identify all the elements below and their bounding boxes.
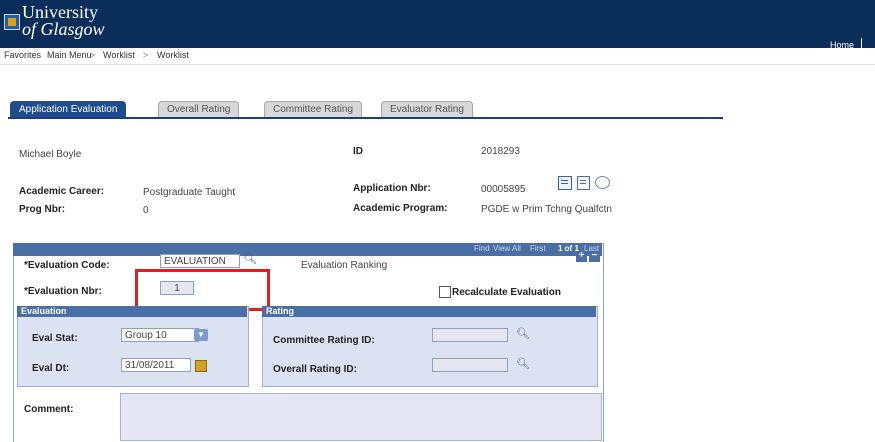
logo-line-2: of Glasgow: [22, 19, 105, 39]
academic-program-label: Academic Program:: [353, 203, 448, 214]
evaluation-code-input[interactable]: EVALUATION: [160, 254, 240, 268]
academic-career-value: Postgraduate Taught: [143, 187, 236, 198]
tab-committee-rating[interactable]: Committee Rating: [264, 101, 363, 117]
tab-evaluator-rating[interactable]: Evaluator Rating: [381, 101, 473, 117]
tab-underline: [8, 117, 723, 119]
rating-group-title: Rating: [262, 306, 596, 317]
tab-overall-rating[interactable]: Overall Rating: [158, 101, 240, 117]
document-icon[interactable]: [577, 176, 590, 190]
nav-main-menu[interactable]: Main Menu: [47, 50, 92, 60]
highlight-annotation: [135, 269, 270, 311]
evaluation-group-title: Evaluation: [17, 306, 247, 317]
evaluation-code-description: Evaluation Ranking: [301, 260, 388, 271]
university-crest-icon: [4, 14, 20, 30]
nav-worklist-1[interactable]: Worklist: [103, 50, 135, 60]
prog-nbr-label: Prog Nbr:: [19, 204, 66, 215]
eval-stat-select[interactable]: Group 10: [121, 328, 199, 342]
evaluation-code-lookup-icon[interactable]: 🔍︎: [243, 252, 257, 265]
committee-rating-lookup-icon[interactable]: 🔍︎: [516, 327, 530, 340]
overall-rating-input[interactable]: [432, 358, 508, 372]
eval-stat-label: Eval Stat:: [32, 333, 78, 344]
prog-nbr-value: 0: [143, 205, 149, 216]
header-divider: [861, 38, 862, 48]
nav-worklist-2[interactable]: Worklist: [157, 50, 189, 60]
panel-first-link[interactable]: First: [530, 244, 546, 253]
evaluation-group-box: [17, 306, 249, 387]
chevron-down-icon[interactable]: ▼: [194, 329, 208, 341]
eval-dt-input[interactable]: 31/08/2011: [121, 358, 191, 372]
academic-program-value: PGDE w Prim Tchng Qualfctn: [481, 204, 612, 215]
comment-textarea[interactable]: [120, 393, 602, 441]
comment-label: Comment:: [24, 404, 74, 415]
notepad-icon[interactable]: [558, 176, 572, 190]
committee-rating-label: Committee Rating ID:: [273, 335, 375, 346]
recalculate-checkbox[interactable]: [439, 286, 451, 298]
add-row-icon[interactable]: +: [576, 251, 587, 262]
nav-separator: >: [143, 50, 149, 60]
eval-dt-label: Eval Dt:: [32, 363, 70, 374]
overall-rating-lookup-icon[interactable]: 🔍︎: [516, 357, 530, 370]
delete-row-icon[interactable]: −: [589, 251, 600, 262]
evaluation-nbr-label: *Evaluation Nbr:: [24, 286, 102, 297]
university-logo[interactable]: University of Glasgow: [22, 3, 105, 39]
application-nbr-value: 00005895: [481, 184, 526, 195]
committee-rating-input[interactable]: [432, 328, 508, 342]
recalculate-label: Recalculate Evaluation: [452, 287, 561, 298]
tab-application-evaluation[interactable]: Application Evaluation: [10, 101, 127, 117]
person-name: Michael Boyle: [19, 149, 82, 160]
nav-favorites[interactable]: Favorites: [4, 50, 41, 60]
panel-find-link[interactable]: Find: [474, 244, 490, 253]
id-value: 2018293: [481, 146, 520, 157]
panel-view-all-link[interactable]: View All: [493, 244, 521, 253]
evaluation-code-label: *Evaluation Code:: [24, 260, 110, 271]
comment-bubble-icon[interactable]: [595, 176, 610, 189]
id-label: ID: [353, 146, 363, 157]
application-nbr-label: Application Nbr:: [353, 183, 431, 194]
calendar-icon[interactable]: [195, 360, 207, 372]
top-banner: [0, 0, 875, 48]
academic-career-label: Academic Career:: [19, 186, 105, 197]
nav-separator: >: [90, 50, 96, 60]
overall-rating-label: Overall Rating ID:: [273, 364, 357, 375]
